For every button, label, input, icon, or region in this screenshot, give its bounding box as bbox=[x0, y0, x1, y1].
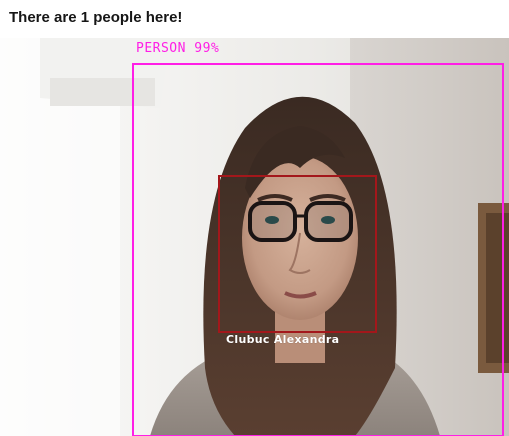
person-detection-label: PERSON 99% bbox=[136, 41, 220, 56]
camera-frame bbox=[0, 38, 509, 436]
people-count-heading: There are 1 people here! bbox=[9, 9, 183, 26]
face-name-label: Clubuc Alexandra bbox=[226, 333, 340, 346]
camera-image bbox=[0, 38, 509, 436]
